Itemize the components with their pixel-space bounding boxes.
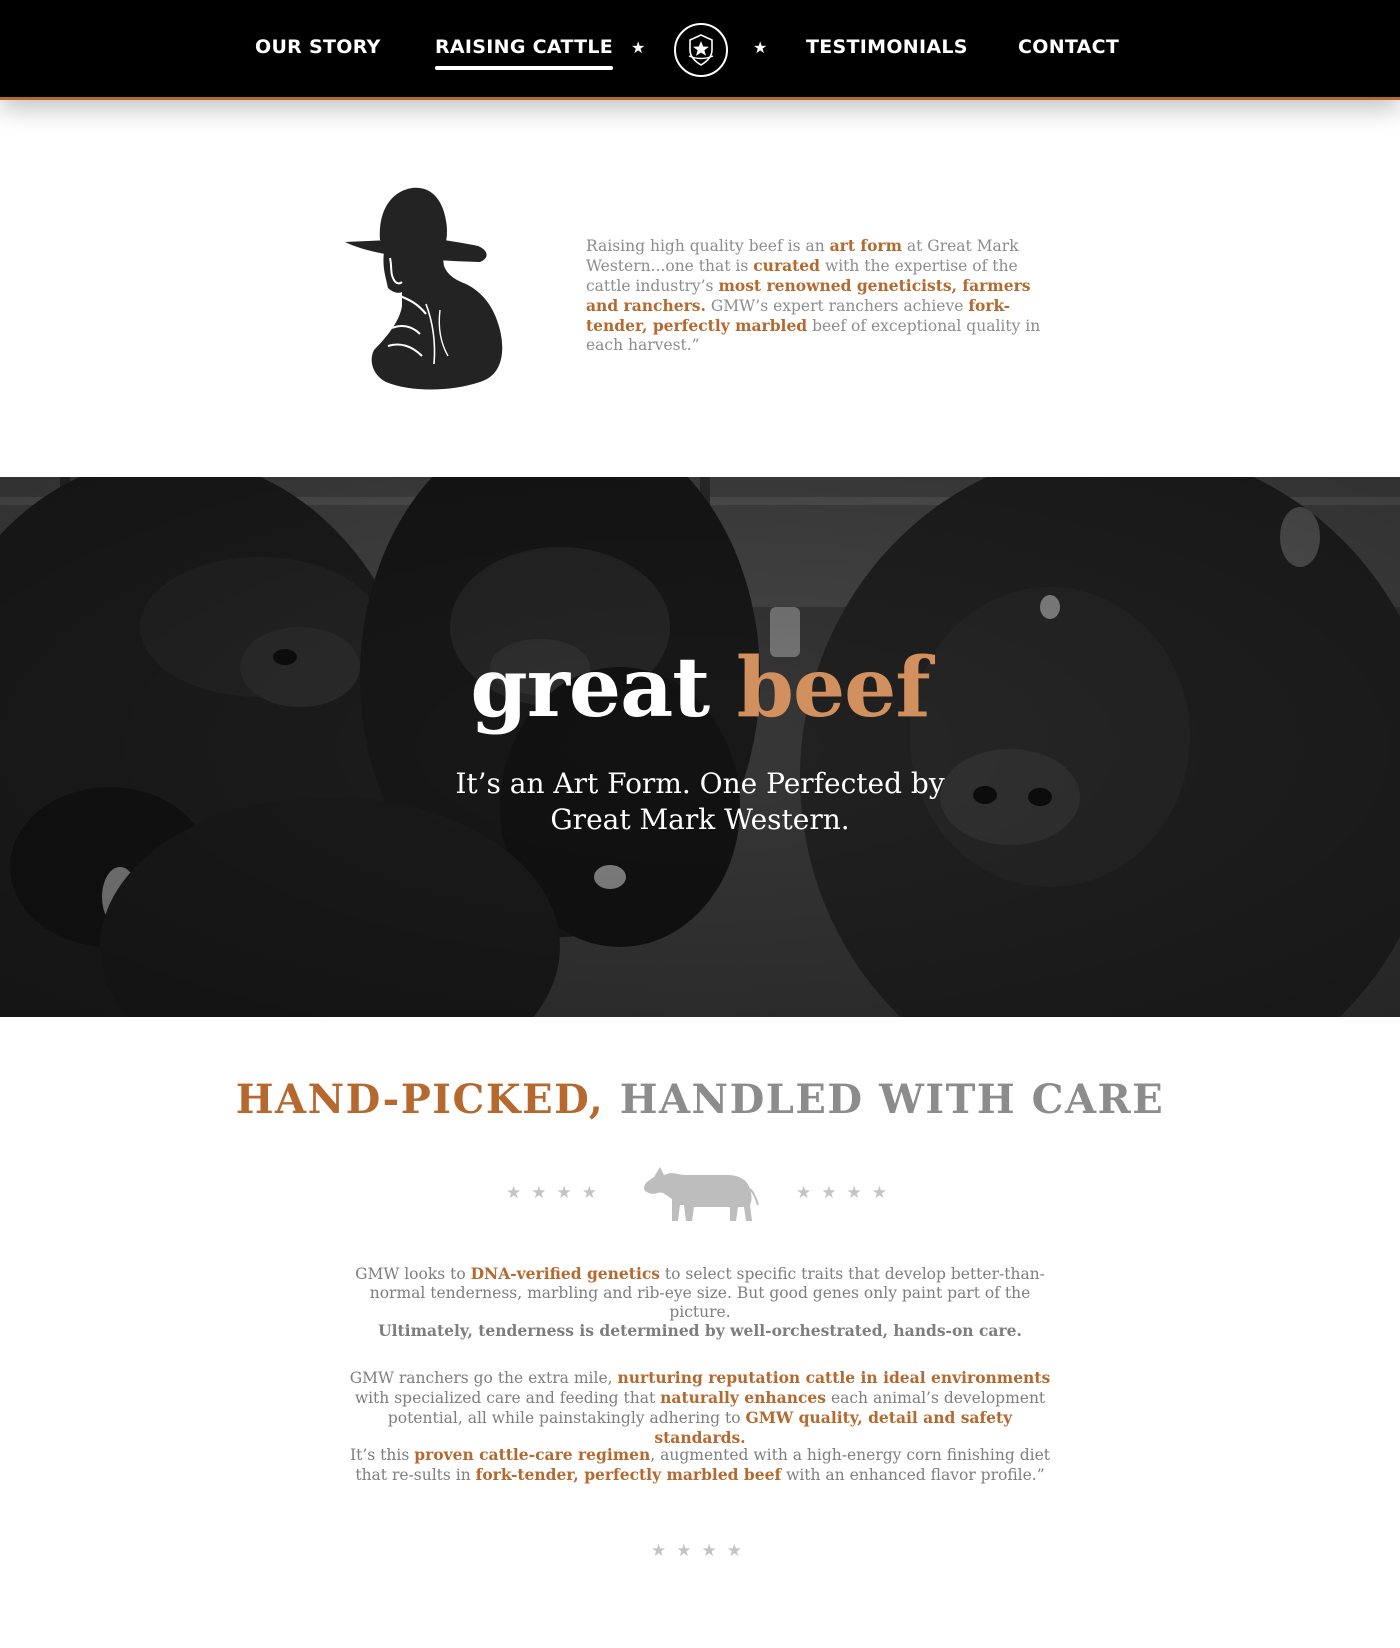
logo-emblem-icon <box>688 34 714 66</box>
para-text-segment: GMW ranchers go the extra mile, <box>349 1369 618 1387</box>
para-text-segment: with an enhanced flavor profile.” <box>781 1466 1045 1484</box>
para-text-segment: with specialized care and feeding that <box>354 1389 661 1407</box>
intro-paragraph: Raising high quality beef is an art form… <box>586 236 1056 355</box>
para-highlight: nurturing reputation cattle in ideal env… <box>617 1368 1051 1387</box>
nav-testimonials[interactable]: TESTIMONIALS <box>806 36 968 58</box>
intro-text-segment: Raising high quality beef is an <box>586 237 830 255</box>
divider-stars-left: ★★★★ <box>506 1183 607 1203</box>
section-heading: HAND-PICKED, HANDLED WITH CARE <box>0 1076 1400 1123</box>
hero-subtitle: It’s an Art Form. One Perfected by Great… <box>0 766 1400 838</box>
nav-star-icon: ★ <box>631 38 646 57</box>
nav-raising-cattle[interactable]: RAISING CATTLE <box>435 36 614 70</box>
shield-star-icon[interactable] <box>674 23 728 77</box>
hero-banner <box>0 477 1400 1017</box>
divider-stars-right: ★★★★ <box>796 1183 897 1203</box>
footer-stars: ★★★★ <box>651 1541 752 1561</box>
cattle-photo <box>0 477 1400 1017</box>
hero-subtitle-line: It’s an Art Form. One Perfected by <box>455 767 945 800</box>
nav-contact[interactable]: CONTACT <box>1018 36 1119 58</box>
section-paragraph-1: GMW looks to DNA-verified genetics to se… <box>340 1264 1060 1322</box>
para-highlight: fork-tender, perfectly marbled beef <box>475 1465 782 1484</box>
section-heading-accent: HAND-PICKED, <box>235 1076 605 1123</box>
main-nav: OUR STORY RAISING CATTLE ★ ★ TESTIMONIAL… <box>0 0 1400 100</box>
hero-title: great beef <box>0 643 1400 733</box>
para-text-segment: GMW looks to <box>355 1265 471 1283</box>
section-heading-rest: HANDLED WITH CARE <box>604 1076 1165 1123</box>
section-paragraph-3: GMW ranchers go the extra mile, nurturin… <box>340 1368 1060 1448</box>
para-highlight: naturally enhances <box>660 1388 827 1407</box>
hero-title-white: great <box>470 640 710 736</box>
cowboy-silhouette-icon <box>340 180 510 395</box>
cow-icon <box>644 1167 759 1221</box>
hero-title-accent: beef <box>736 640 931 736</box>
intro-text-segment: GMW’s expert ranchers achieve <box>705 297 969 315</box>
hero-subtitle-line: Great Mark Western. <box>550 803 850 836</box>
section-paragraph-2: Ultimately, tenderness is determined by … <box>378 1321 1022 1340</box>
nav-star-icon: ★ <box>753 38 768 57</box>
nav-our-story[interactable]: OUR STORY <box>255 36 381 58</box>
para-highlight: proven cattle-care regimen <box>414 1445 651 1464</box>
para-text-segment: It’s this <box>350 1446 415 1464</box>
section-paragraph-4: It’s this proven cattle-care regimen, au… <box>340 1445 1060 1485</box>
intro-highlight: art form <box>829 236 902 255</box>
para-highlight: DNA-verified genetics <box>470 1264 660 1283</box>
intro-highlight: curated <box>753 256 821 275</box>
